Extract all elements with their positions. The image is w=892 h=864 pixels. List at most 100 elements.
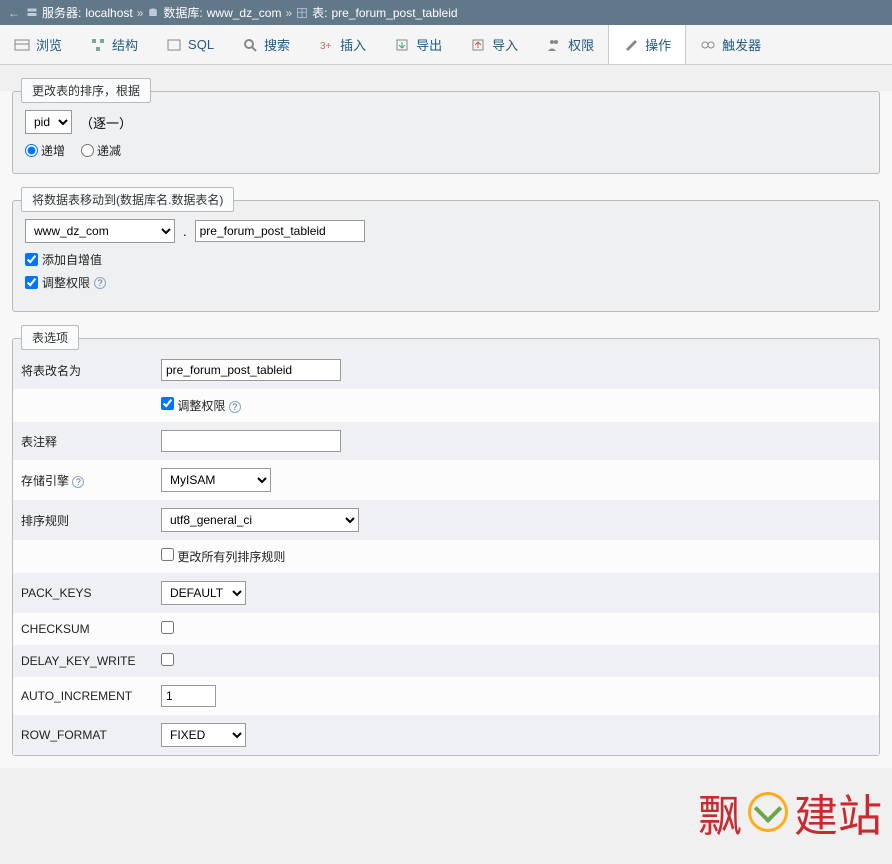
- table-value: pre_forum_post_tableid: [331, 6, 457, 20]
- add-autoinc-checkbox[interactable]: [25, 253, 38, 266]
- tab-label: 操作: [645, 35, 671, 54]
- tab-label: 导出: [416, 35, 442, 54]
- watermark-right: 建站: [794, 780, 882, 844]
- import-icon: [470, 37, 486, 53]
- adjust-priv-label2: 调整权限: [177, 399, 225, 413]
- panel-title: 将数据表移动到(数据库名.数据表名): [21, 187, 234, 212]
- sort-field-select[interactable]: pid: [25, 110, 72, 134]
- tab-insert[interactable]: 3+插入: [304, 25, 380, 64]
- collation-row: 排序规则 utf8_general_ci: [13, 500, 879, 540]
- radio-text: 递增: [41, 142, 65, 159]
- engine-row: 存储引擎 ? MyISAM: [13, 460, 879, 500]
- add-autoinc-label: 添加自增值: [42, 251, 102, 268]
- comment-input[interactable]: [161, 430, 341, 452]
- insert-icon: 3+: [318, 37, 334, 53]
- breadcrumb-database[interactable]: 数据库: www_dz_com: [147, 4, 281, 21]
- auto-increment-row: AUTO_INCREMENT: [13, 677, 879, 715]
- browse-icon: [14, 37, 30, 53]
- sort-order-panel: 更改表的排序，根据 pid （逐一） 递增 递减: [12, 91, 880, 174]
- tab-export[interactable]: 导出: [380, 25, 456, 64]
- auto-increment-label: AUTO_INCREMENT: [13, 677, 153, 715]
- table-icon: [296, 7, 308, 19]
- target-db-select[interactable]: www_dz_com: [25, 219, 175, 243]
- radio-text: 递减: [97, 142, 121, 159]
- tab-label: 搜索: [264, 35, 290, 54]
- checksum-checkbox[interactable]: [161, 621, 174, 634]
- tab-label: 导入: [492, 35, 518, 54]
- sort-desc-radio[interactable]: [81, 144, 94, 157]
- rename-row: 将表改名为: [13, 351, 879, 389]
- adjust-priv-checkbox2[interactable]: [161, 397, 174, 410]
- database-value: www_dz_com: [207, 6, 282, 20]
- pack-keys-label: PACK_KEYS: [13, 573, 153, 613]
- panel-title: 更改表的排序，根据: [21, 78, 151, 103]
- search-icon: [242, 37, 258, 53]
- server-label: 服务器:: [42, 4, 81, 21]
- separator-dot: .: [183, 224, 187, 239]
- tab-label: 触发器: [722, 35, 761, 54]
- options-table: 将表改名为 调整权限 ? 表注释 存储引擎 ? MyISAM 排序规则 utf8…: [13, 351, 879, 755]
- pack-keys-row: PACK_KEYS DEFAULT: [13, 573, 879, 613]
- main-content: 更改表的排序，根据 pid （逐一） 递增 递减 将数据表移动到(数据库名.数据…: [0, 91, 892, 768]
- rename-label: 将表改名为: [13, 351, 153, 389]
- adjust-priv-checkbox[interactable]: [25, 276, 38, 289]
- row-format-select[interactable]: FIXED: [161, 723, 246, 747]
- tab-operations[interactable]: 操作: [608, 25, 686, 64]
- engine-label: 存储引擎: [21, 474, 69, 488]
- delay-key-label: DELAY_KEY_WRITE: [13, 645, 153, 677]
- comment-row: 表注释: [13, 422, 879, 460]
- sort-desc-label[interactable]: 递减: [81, 142, 121, 159]
- auto-increment-input[interactable]: [161, 685, 216, 707]
- help-icon[interactable]: ?: [94, 277, 106, 289]
- tab-search[interactable]: 搜索: [228, 25, 304, 64]
- row-format-label: ROW_FORMAT: [13, 715, 153, 755]
- back-arrow[interactable]: ←: [8, 6, 20, 20]
- tab-sql[interactable]: SQL: [152, 25, 228, 64]
- tab-bar: 浏览 结构 SQL 搜索 3+插入 导出 导入 权限 操作 触发器: [0, 25, 892, 65]
- tab-browse[interactable]: 浏览: [0, 25, 76, 64]
- watermark: 飘 建站: [698, 780, 882, 844]
- tab-label: SQL: [188, 37, 214, 52]
- breadcrumb: ← 服务器: localhost » 数据库: www_dz_com » 表: …: [0, 0, 892, 25]
- breadcrumb-separator: »: [137, 6, 144, 20]
- target-table-input[interactable]: [195, 220, 365, 242]
- change-all-cols-checkbox[interactable]: [161, 548, 174, 561]
- delay-key-checkbox[interactable]: [161, 653, 174, 666]
- tab-structure[interactable]: 结构: [76, 25, 152, 64]
- collation-select[interactable]: utf8_general_ci: [161, 508, 359, 532]
- privileges-icon: [546, 37, 562, 53]
- adjust-priv-row: 调整权限 ?: [13, 389, 879, 422]
- breadcrumb-table[interactable]: 表: pre_forum_post_tableid: [296, 4, 457, 21]
- delay-key-row: DELAY_KEY_WRITE: [13, 645, 879, 677]
- move-table-panel: 将数据表移动到(数据库名.数据表名) www_dz_com . 添加自增值 调整…: [12, 200, 880, 312]
- tab-privileges[interactable]: 权限: [532, 25, 608, 64]
- comment-label: 表注释: [13, 422, 153, 460]
- logo-icon: [748, 792, 788, 832]
- svg-text:3+: 3+: [320, 41, 332, 52]
- triggers-icon: [700, 37, 716, 53]
- engine-select[interactable]: MyISAM: [161, 468, 271, 492]
- row-format-row: ROW_FORMAT FIXED: [13, 715, 879, 755]
- sort-asc-radio[interactable]: [25, 144, 38, 157]
- checksum-label: CHECKSUM: [13, 613, 153, 645]
- breadcrumb-separator: »: [285, 6, 292, 20]
- breadcrumb-server[interactable]: 服务器: localhost: [26, 4, 133, 21]
- pack-keys-select[interactable]: DEFAULT: [161, 581, 246, 605]
- help-icon[interactable]: ?: [72, 476, 84, 488]
- sort-hint: （逐一）: [80, 113, 132, 132]
- sql-icon: [166, 37, 182, 53]
- sort-asc-label[interactable]: 递增: [25, 142, 65, 159]
- database-icon: [147, 7, 159, 19]
- tab-label: 权限: [568, 35, 594, 54]
- help-icon[interactable]: ?: [229, 401, 241, 413]
- tab-import[interactable]: 导入: [456, 25, 532, 64]
- tab-label: 结构: [112, 35, 138, 54]
- table-label: 表:: [312, 4, 327, 21]
- watermark-left: 飘: [698, 780, 742, 844]
- table-options-panel: 表选项 将表改名为 调整权限 ? 表注释 存储引擎 ? MyISAM 排序规则 …: [12, 338, 880, 756]
- change-all-cols-row: 更改所有列排序规则: [13, 540, 879, 573]
- operations-icon: [623, 37, 639, 53]
- tab-triggers[interactable]: 触发器: [686, 25, 775, 64]
- rename-input[interactable]: [161, 359, 341, 381]
- collation-label: 排序规则: [13, 500, 153, 540]
